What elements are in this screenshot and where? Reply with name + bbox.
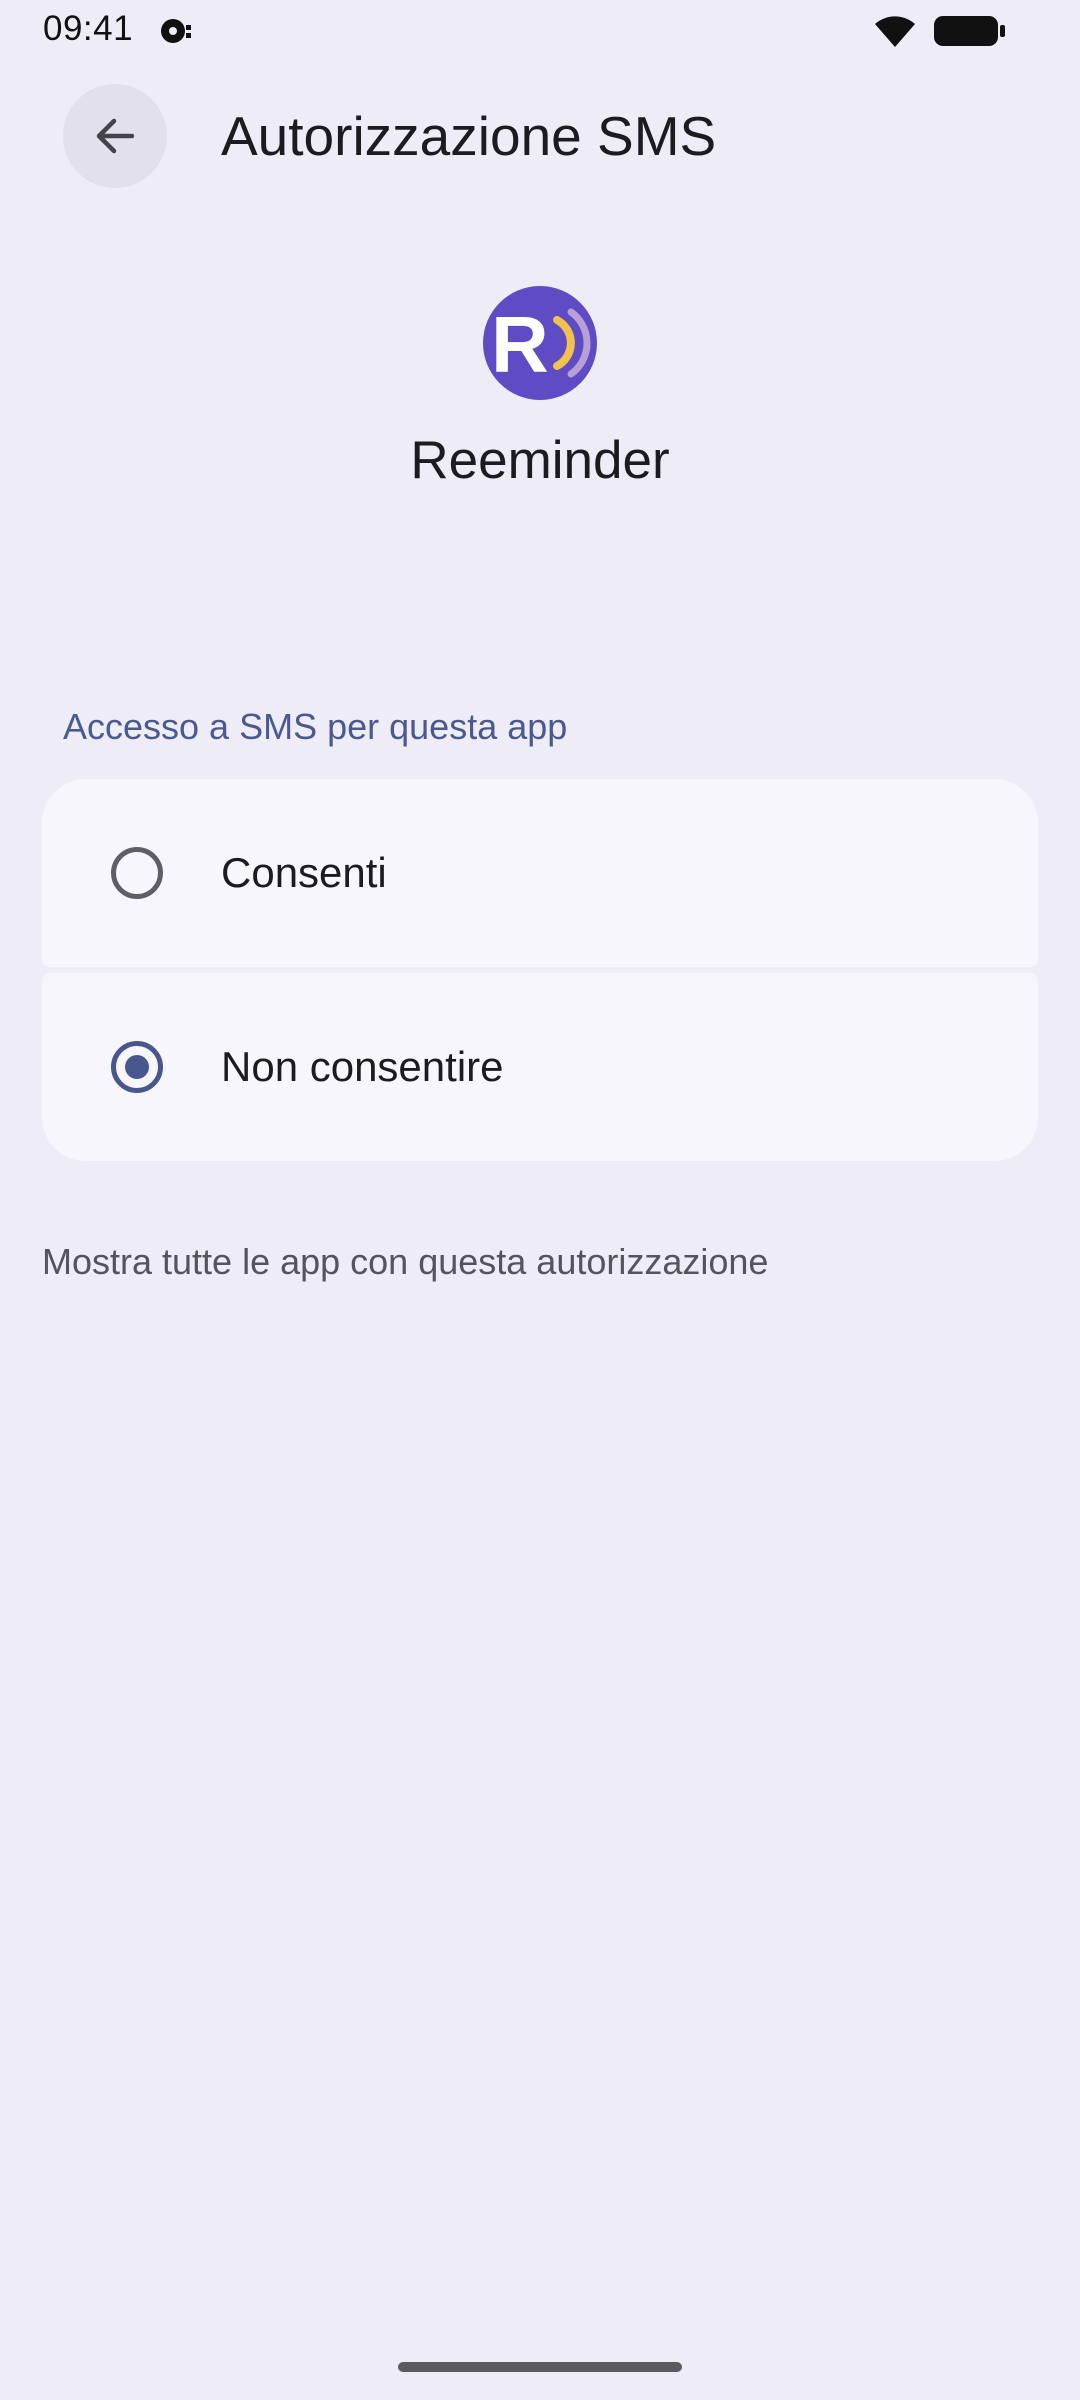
notification-icon (161, 19, 191, 43)
show-all-apps-link[interactable]: Mostra tutte le app con questa autorizza… (42, 1241, 768, 1283)
arrow-left-icon (96, 118, 135, 154)
svg-text:R: R (491, 300, 549, 389)
reeminder-app-icon: R (483, 286, 597, 400)
radio-allow[interactable] (111, 847, 163, 899)
page-title: Autorizzazione SMS (221, 105, 717, 167)
screen: 09:41 Autorizzazione SMS R Reeminder Acc… (0, 0, 1080, 2400)
section-header: Accesso a SMS per questa app (63, 706, 568, 747)
status-bar: 09:41 (0, 0, 1080, 62)
option-allow-label: Consenti (221, 849, 387, 896)
option-deny[interactable]: Non consentire (42, 973, 1038, 1161)
option-deny-label: Non consentire (221, 1043, 504, 1090)
app-name: Reeminder (410, 431, 670, 490)
status-time: 09:41 (43, 9, 134, 48)
battery-icon (934, 16, 1005, 46)
navigation-handle[interactable] (398, 2362, 682, 2372)
back-button[interactable] (63, 84, 167, 188)
option-allow[interactable]: Consenti (42, 779, 1038, 967)
radio-deny[interactable] (111, 1041, 163, 1093)
wifi-icon (875, 16, 915, 47)
